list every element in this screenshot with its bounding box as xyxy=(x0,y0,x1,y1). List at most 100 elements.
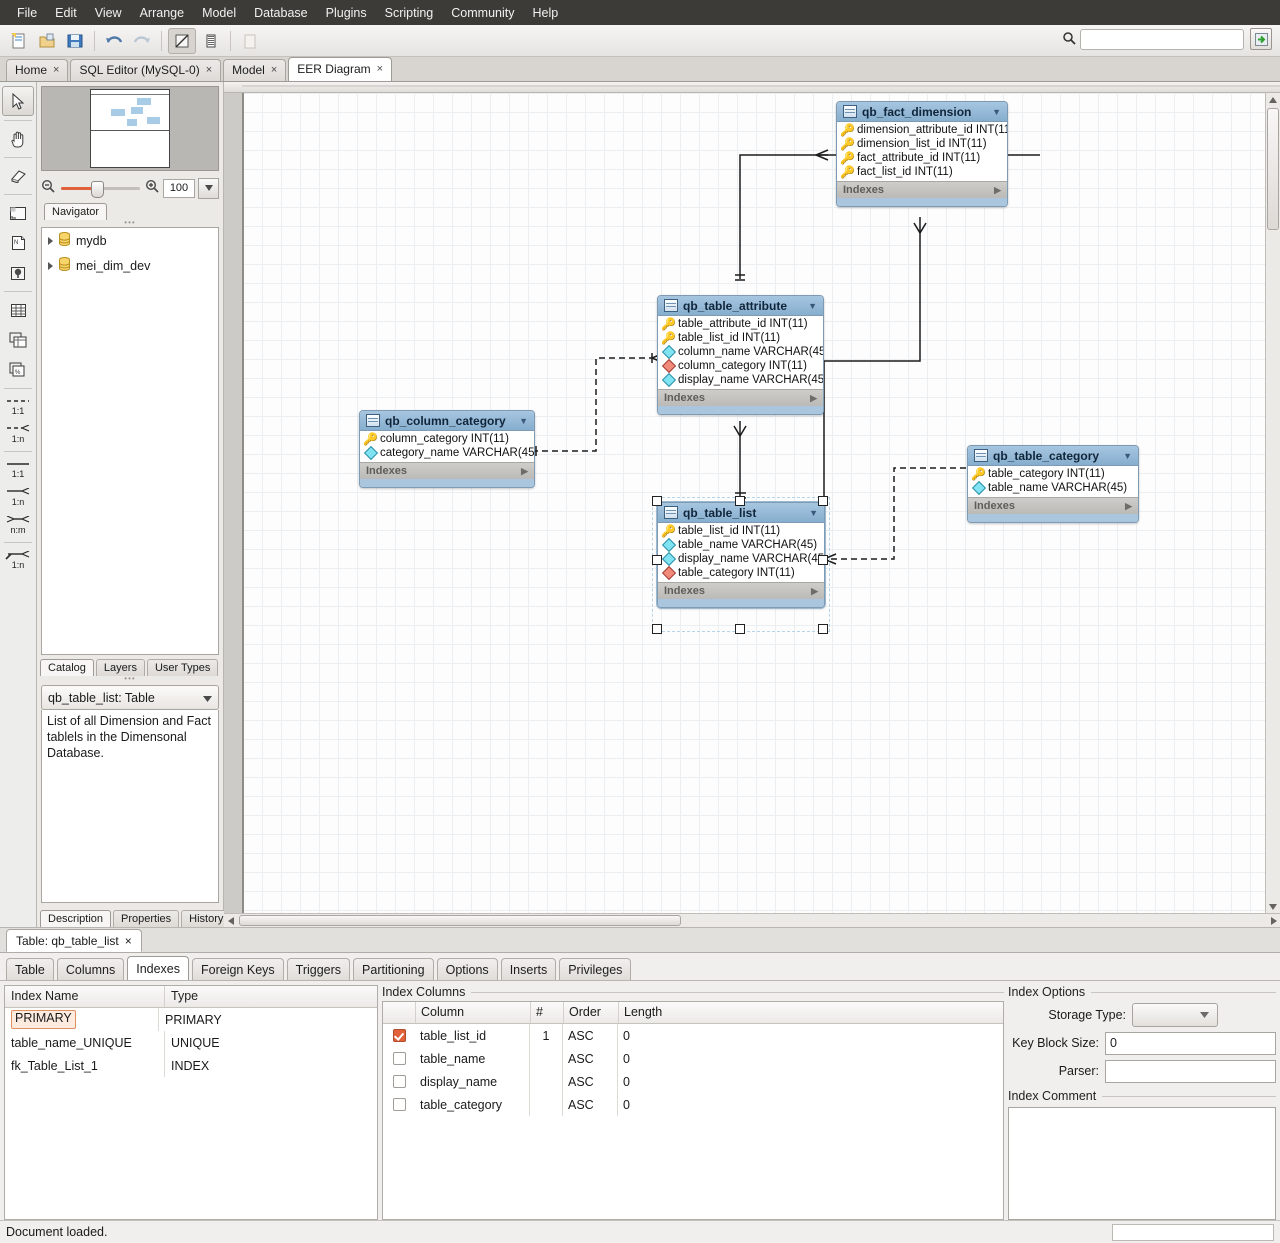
index-list-grid[interactable]: Index Name Type PRIMARY PRIMARY table_na… xyxy=(4,985,378,1220)
rel-11-ident-icon[interactable]: 1:1 xyxy=(1,455,35,483)
col-header-number[interactable]: # xyxy=(531,1002,564,1023)
storage-type-select[interactable] xyxy=(1132,1003,1218,1027)
index-column-checkbox[interactable] xyxy=(393,1075,406,1088)
table-header[interactable]: qb_table_attribute ▼ xyxy=(658,296,823,316)
index-column-number[interactable]: 1 xyxy=(530,1024,563,1047)
resize-handle-ne[interactable] xyxy=(818,496,828,506)
index-grid-row[interactable]: fk_Table_List_1 INDEX xyxy=(5,1054,377,1077)
subtab-triggers[interactable]: Triggers xyxy=(287,958,350,980)
index-column-name[interactable]: table_name xyxy=(415,1047,530,1070)
subtab-foreign-keys[interactable]: Foreign Keys xyxy=(192,958,284,980)
index-name-cell[interactable]: fk_Table_List_1 xyxy=(5,1054,165,1077)
index-column-order[interactable]: ASC xyxy=(563,1093,618,1116)
menu-item-view[interactable]: View xyxy=(86,3,131,23)
index-column-name[interactable]: table_category xyxy=(415,1093,530,1116)
tab-navigator[interactable]: Navigator xyxy=(44,203,107,220)
catalog-item-mydb[interactable]: mydb xyxy=(42,228,218,253)
toggle-page-grid-icon[interactable] xyxy=(198,29,224,53)
table-header[interactable]: qb_table_category ▼ xyxy=(968,446,1138,466)
collapse-caret-icon[interactable]: ▼ xyxy=(808,301,817,311)
index-column-checkbox[interactable] xyxy=(393,1052,406,1065)
toggle-grid-icon[interactable] xyxy=(168,28,196,54)
menu-item-plugins[interactable]: Plugins xyxy=(317,3,376,23)
table-indexes-section[interactable]: Indexes ▶ xyxy=(837,181,1007,198)
scroll-down-button[interactable] xyxy=(1266,900,1280,913)
resize-handle-nw[interactable] xyxy=(652,496,662,506)
table-indexes-section[interactable]: Indexes ▶ xyxy=(968,497,1138,514)
expand-arrow-icon[interactable] xyxy=(48,237,53,245)
table-column[interactable]: 🔑fact_list_id INT(11) xyxy=(837,165,1007,179)
index-column-number[interactable] xyxy=(530,1093,563,1116)
col-header-column[interactable]: Column xyxy=(416,1002,531,1023)
zoom-slider-thumb[interactable] xyxy=(91,181,104,198)
tab-layers[interactable]: Layers xyxy=(96,659,145,676)
index-column-length[interactable]: 0 xyxy=(618,1047,1003,1070)
canvas-horizontal-scrollbar[interactable] xyxy=(224,913,1280,927)
table-figure-qb-fact-dimension[interactable]: qb_fact_dimension ▼ 🔑dimension_attribute… xyxy=(836,101,1008,207)
table-column[interactable]: 🔑dimension_attribute_id INT(11) xyxy=(837,123,1007,137)
index-column-row[interactable]: table_name ASC 0 xyxy=(383,1047,1003,1070)
index-type-cell[interactable]: UNIQUE xyxy=(165,1031,377,1054)
zoom-out-icon[interactable] xyxy=(41,179,56,197)
splitter-catalog[interactable]: ••• xyxy=(37,676,223,683)
table-column[interactable]: 🔑table_attribute_id INT(11) xyxy=(658,317,823,331)
expand-arrow-icon[interactable] xyxy=(48,262,53,270)
tab-home[interactable]: Home × xyxy=(6,59,68,81)
index-column-checkbox[interactable] xyxy=(393,1029,406,1042)
subtab-inserts[interactable]: Inserts xyxy=(501,958,557,980)
table-figure-qb-table-attribute[interactable]: qb_table_attribute ▼ 🔑table_attribute_id… xyxy=(657,295,824,415)
menu-item-arrange[interactable]: Arrange xyxy=(131,3,193,23)
table-column[interactable]: table_name VARCHAR(45) xyxy=(968,481,1138,495)
table-column[interactable]: 🔑column_category INT(11) xyxy=(360,432,534,446)
index-column-name[interactable]: table_list_id xyxy=(415,1024,530,1047)
table-column[interactable]: 🔑dimension_list_id INT(11) xyxy=(837,137,1007,151)
index-column-length[interactable]: 0 xyxy=(618,1024,1003,1047)
table-column[interactable]: column_name VARCHAR(45) xyxy=(658,345,823,359)
col-header-length[interactable]: Length xyxy=(619,1002,1003,1023)
rel-nm-icon[interactable]: n:m xyxy=(1,511,35,539)
resize-handle-e[interactable] xyxy=(818,555,828,565)
subtab-columns[interactable]: Columns xyxy=(57,958,124,980)
resize-handle-n[interactable] xyxy=(735,496,745,506)
table-figure-qb-column-category[interactable]: qb_column_category ▼ 🔑column_category IN… xyxy=(359,410,535,488)
table-header[interactable]: qb_fact_dimension ▼ xyxy=(837,102,1007,122)
resize-handle-s[interactable] xyxy=(735,624,745,634)
index-grid-header-type[interactable]: Type xyxy=(165,986,377,1007)
expand-triangle-icon[interactable]: ▶ xyxy=(994,185,1001,196)
routine-group-tool-icon[interactable]: % xyxy=(3,356,33,384)
note-tool-icon[interactable]: N xyxy=(3,229,33,257)
col-header-order[interactable]: Order xyxy=(564,1002,619,1023)
key-block-size-input[interactable] xyxy=(1105,1032,1276,1055)
index-comment-textarea[interactable] xyxy=(1008,1107,1276,1220)
index-type-cell[interactable]: INDEX xyxy=(165,1054,377,1077)
editor-tab-close-icon[interactable]: × xyxy=(125,934,132,948)
parser-input[interactable] xyxy=(1105,1060,1276,1083)
table-figure-qb-table-category[interactable]: qb_table_category ▼ 🔑table_category INT(… xyxy=(967,445,1139,523)
subtab-privileges[interactable]: Privileges xyxy=(559,958,631,980)
pointer-tool-icon[interactable] xyxy=(2,86,34,116)
hand-tool-icon[interactable] xyxy=(3,125,33,153)
expand-triangle-icon[interactable]: ▶ xyxy=(1125,501,1132,512)
table-indexes-section[interactable]: Indexes ▶ xyxy=(658,389,823,406)
tab-home-close-icon[interactable]: × xyxy=(53,60,59,81)
index-column-number[interactable] xyxy=(530,1070,563,1093)
index-column-order[interactable]: ASC xyxy=(563,1024,618,1047)
index-column-row[interactable]: table_list_id 1 ASC 0 xyxy=(383,1024,1003,1047)
table-indexes-section[interactable]: Indexes ▶ xyxy=(360,462,534,479)
table-column[interactable]: 🔑table_category INT(11) xyxy=(968,467,1138,481)
menu-item-help[interactable]: Help xyxy=(523,3,567,23)
chevron-down-icon[interactable] xyxy=(203,691,212,705)
index-column-row[interactable]: table_category ASC 0 xyxy=(383,1093,1003,1116)
menu-item-database[interactable]: Database xyxy=(245,3,317,23)
description-object-selector[interactable]: qb_table_list: Table xyxy=(41,685,219,710)
rel-1n-ident-icon[interactable]: 1:n xyxy=(1,483,35,511)
rel-pick-icon[interactable]: 1:n xyxy=(1,546,35,574)
index-column-length[interactable]: 0 xyxy=(618,1093,1003,1116)
zoom-value[interactable]: 100 xyxy=(163,179,195,198)
vertical-scroll-thumb[interactable] xyxy=(1267,108,1279,230)
index-column-checkbox[interactable] xyxy=(393,1098,406,1111)
index-type-cell[interactable]: PRIMARY xyxy=(159,1008,377,1031)
scroll-right-button[interactable] xyxy=(1267,914,1280,927)
menu-item-model[interactable]: Model xyxy=(193,3,245,23)
index-grid-header-name[interactable]: Index Name xyxy=(5,986,165,1007)
